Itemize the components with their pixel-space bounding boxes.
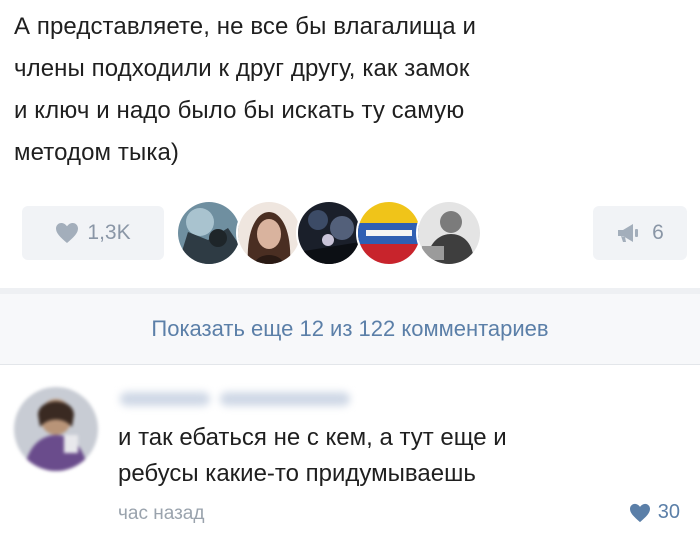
comment: и так ебаться не с кем, а тут еще и ребу… [0,365,700,545]
avatar[interactable] [296,200,362,266]
megaphone-icon [618,224,639,242]
avatar[interactable] [176,200,242,266]
comment-likes-count: 30 [657,501,680,523]
heart-icon [629,503,650,522]
show-more-comments-link[interactable]: Показать еще 12 из 122 комментариев [0,294,700,365]
avatar[interactable] [236,200,302,266]
avatar[interactable] [356,200,422,266]
post: А представляете, не все бы влагалища и ч… [0,0,700,288]
avatar[interactable] [416,200,482,266]
reposts-count: 6 [652,221,664,244]
comment-like-button[interactable]: 30 [629,501,680,524]
avatar[interactable] [14,387,98,471]
show-more-label: Показать еще 12 из 122 комментариев [151,316,549,341]
post-text: А представляете, не все бы влагалища и ч… [14,13,477,166]
comment-text: и так ебаться не с кем, а тут еще и ребу… [118,424,507,487]
heart-icon [56,223,79,243]
repost-button[interactable]: 6 [593,206,687,260]
like-button[interactable]: 1,3K [22,206,164,260]
comment-author-name[interactable] [120,390,360,412]
likes-count: 1,3K [87,221,131,244]
comment-timestamp: час назад [118,503,205,524]
post-actions: 1,3K 6 [22,200,687,266]
